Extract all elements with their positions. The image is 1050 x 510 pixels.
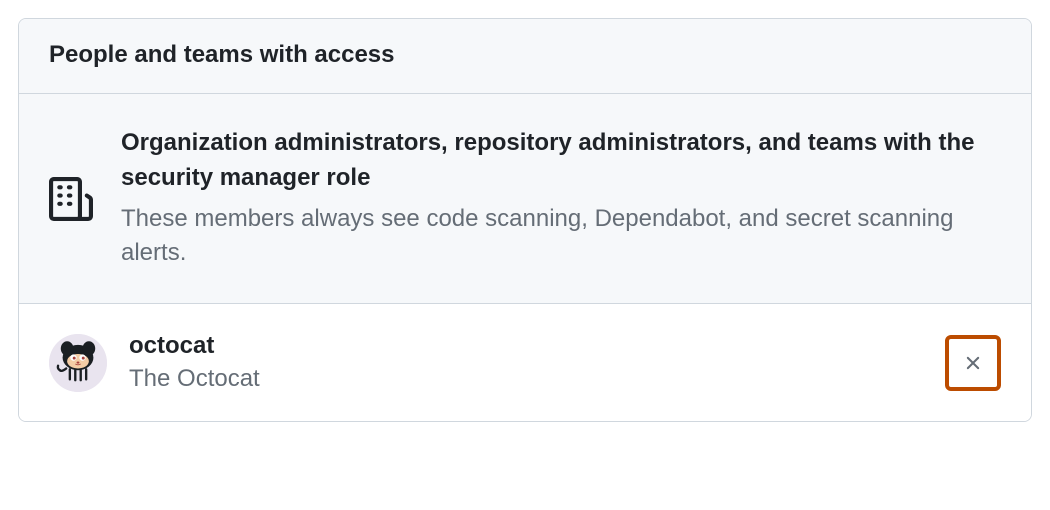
- panel-header: People and teams with access: [19, 19, 1031, 94]
- user-display-name: The Octocat: [129, 363, 923, 395]
- access-panel: People and teams with access Organizatio…: [18, 18, 1032, 422]
- user-row: octocat The Octocat: [19, 304, 1031, 421]
- admin-info-description: These members always see code scanning, …: [121, 202, 1001, 272]
- panel-title: People and teams with access: [49, 41, 1001, 69]
- close-icon: [962, 352, 984, 374]
- admin-info-title: Organization administrators, repository …: [121, 126, 1001, 196]
- user-info: octocat The Octocat: [129, 330, 923, 395]
- remove-user-button[interactable]: [945, 335, 1001, 391]
- admin-info-row: Organization administrators, repository …: [19, 94, 1031, 304]
- avatar: [49, 334, 107, 392]
- user-login: octocat: [129, 330, 923, 362]
- admin-info-text: Organization administrators, repository …: [121, 126, 1001, 271]
- organization-icon: [49, 177, 93, 221]
